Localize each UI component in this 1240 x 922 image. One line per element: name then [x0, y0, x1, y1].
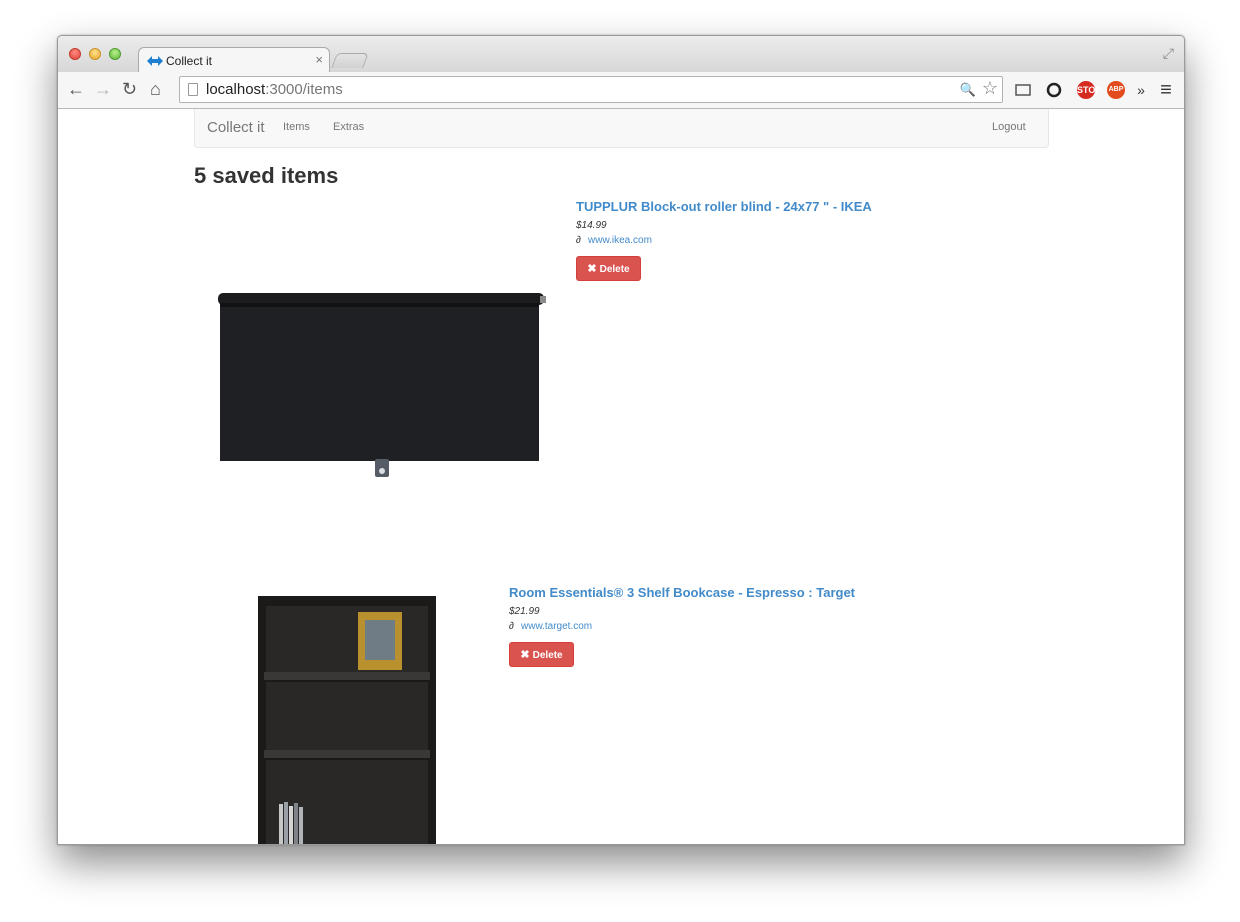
reload-button[interactable]: ↻: [122, 80, 137, 98]
link-icon: ∂: [509, 621, 514, 632]
item-domain-link[interactable]: ∂ www.ikea.com: [576, 235, 652, 246]
minimize-window-button[interactable]: [89, 48, 101, 60]
delete-label: Delete: [599, 264, 630, 275]
back-button[interactable]: ←: [67, 80, 85, 98]
forward-button[interactable]: →: [94, 80, 112, 98]
tab-collect-it[interactable]: Collect it ×: [138, 47, 330, 74]
menu-icon[interactable]: ≡: [1157, 80, 1175, 100]
item-price: $21.99: [509, 606, 540, 617]
search-icon[interactable]: 🔍: [960, 82, 976, 98]
tab-title: Collect it: [166, 54, 213, 68]
title-bar: Collect it × ⤢: [58, 36, 1184, 74]
delete-button[interactable]: ✖ Delete: [576, 256, 641, 281]
adblock-plus-icon[interactable]: ABP: [1107, 81, 1125, 99]
delete-icon: ✖: [587, 263, 597, 275]
browser-window: Collect it × ⤢ ← → ↻ ⌂ localhost:3000/it…: [57, 35, 1185, 845]
cast-icon[interactable]: [1014, 81, 1032, 99]
sync-extension-icon[interactable]: [1045, 81, 1063, 99]
stop-extension-icon[interactable]: STOP: [1077, 81, 1101, 99]
item-image[interactable]: [216, 289, 551, 484]
item-title-link[interactable]: TUPPLUR Block-out roller blind - 24x77 "…: [576, 199, 872, 214]
item-title-link[interactable]: Room Essentials® 3 Shelf Bookcase - Espr…: [509, 585, 855, 600]
item-domain-link[interactable]: ∂ www.target.com: [509, 621, 592, 632]
delete-button[interactable]: ✖ Delete: [509, 642, 574, 667]
overflow-icon[interactable]: »: [1132, 81, 1150, 99]
item-image[interactable]: [254, 594, 439, 844]
favicon-icon: [147, 56, 163, 66]
nav-extras-link[interactable]: Extras: [333, 121, 364, 133]
zoom-window-button[interactable]: [109, 48, 121, 60]
item-domain: www.ikea.com: [588, 235, 652, 246]
item-domain: www.target.com: [521, 621, 593, 632]
url-path: :3000/items: [265, 81, 343, 98]
bookmark-star-icon[interactable]: ☆: [982, 78, 998, 99]
item-price: $14.99: [576, 220, 607, 231]
link-icon: ∂: [576, 235, 581, 246]
home-button[interactable]: ⌂: [150, 80, 161, 98]
url-text[interactable]: localhost:3000/items: [206, 81, 343, 98]
brand-link[interactable]: Collect it: [207, 119, 265, 136]
url-host: localhost: [206, 81, 266, 98]
page-icon: [188, 83, 198, 96]
tab-close-icon[interactable]: ×: [315, 52, 323, 67]
site-navbar: Collect it Items Extras Logout: [194, 109, 1049, 148]
new-tab-button[interactable]: [331, 53, 369, 68]
page-title: 5 saved items: [194, 163, 339, 188]
page-viewport: Collect it Items Extras Logout 5 saved i…: [58, 109, 1184, 844]
delete-icon: ✖: [520, 649, 530, 661]
fullscreen-icon[interactable]: ⤢: [1163, 45, 1174, 62]
close-window-button[interactable]: [69, 48, 81, 60]
nav-logout-link[interactable]: Logout: [992, 121, 1026, 133]
browser-toolbar: ← → ↻ ⌂ localhost:3000/items 🔍 ☆ STOP AB…: [58, 72, 1184, 109]
address-bar[interactable]: localhost:3000/items 🔍 ☆: [179, 76, 1003, 103]
nav-items-link[interactable]: Items: [283, 121, 310, 133]
delete-label: Delete: [532, 650, 563, 661]
